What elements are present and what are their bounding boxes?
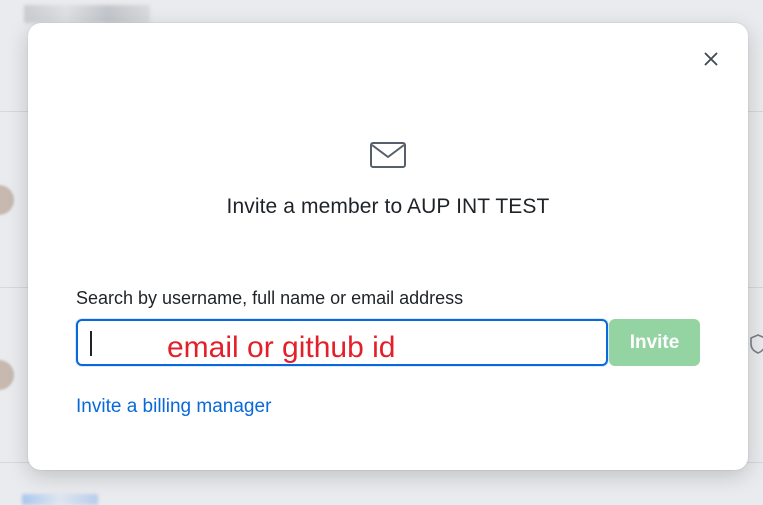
close-button[interactable] [700,48,722,70]
mail-icon [370,142,406,168]
text-caret [90,331,92,356]
close-icon [704,52,718,66]
background-avatar [0,360,14,390]
member-search-input[interactable] [78,321,606,364]
background-blurred-text [24,5,150,23]
invite-member-dialog: Invite a member to AUP INT TEST Search b… [28,23,748,470]
shield-icon [750,334,763,354]
invite-button[interactable]: Invite [609,319,700,366]
background-blurred-text [22,494,98,505]
invite-billing-manager-link[interactable]: Invite a billing manager [76,396,271,418]
background-avatar [0,185,14,215]
search-label: Search by username, full name or email a… [76,288,464,308]
search-field-container[interactable] [76,319,608,366]
dialog-title: Invite a member to AUP INT TEST [226,195,550,218]
